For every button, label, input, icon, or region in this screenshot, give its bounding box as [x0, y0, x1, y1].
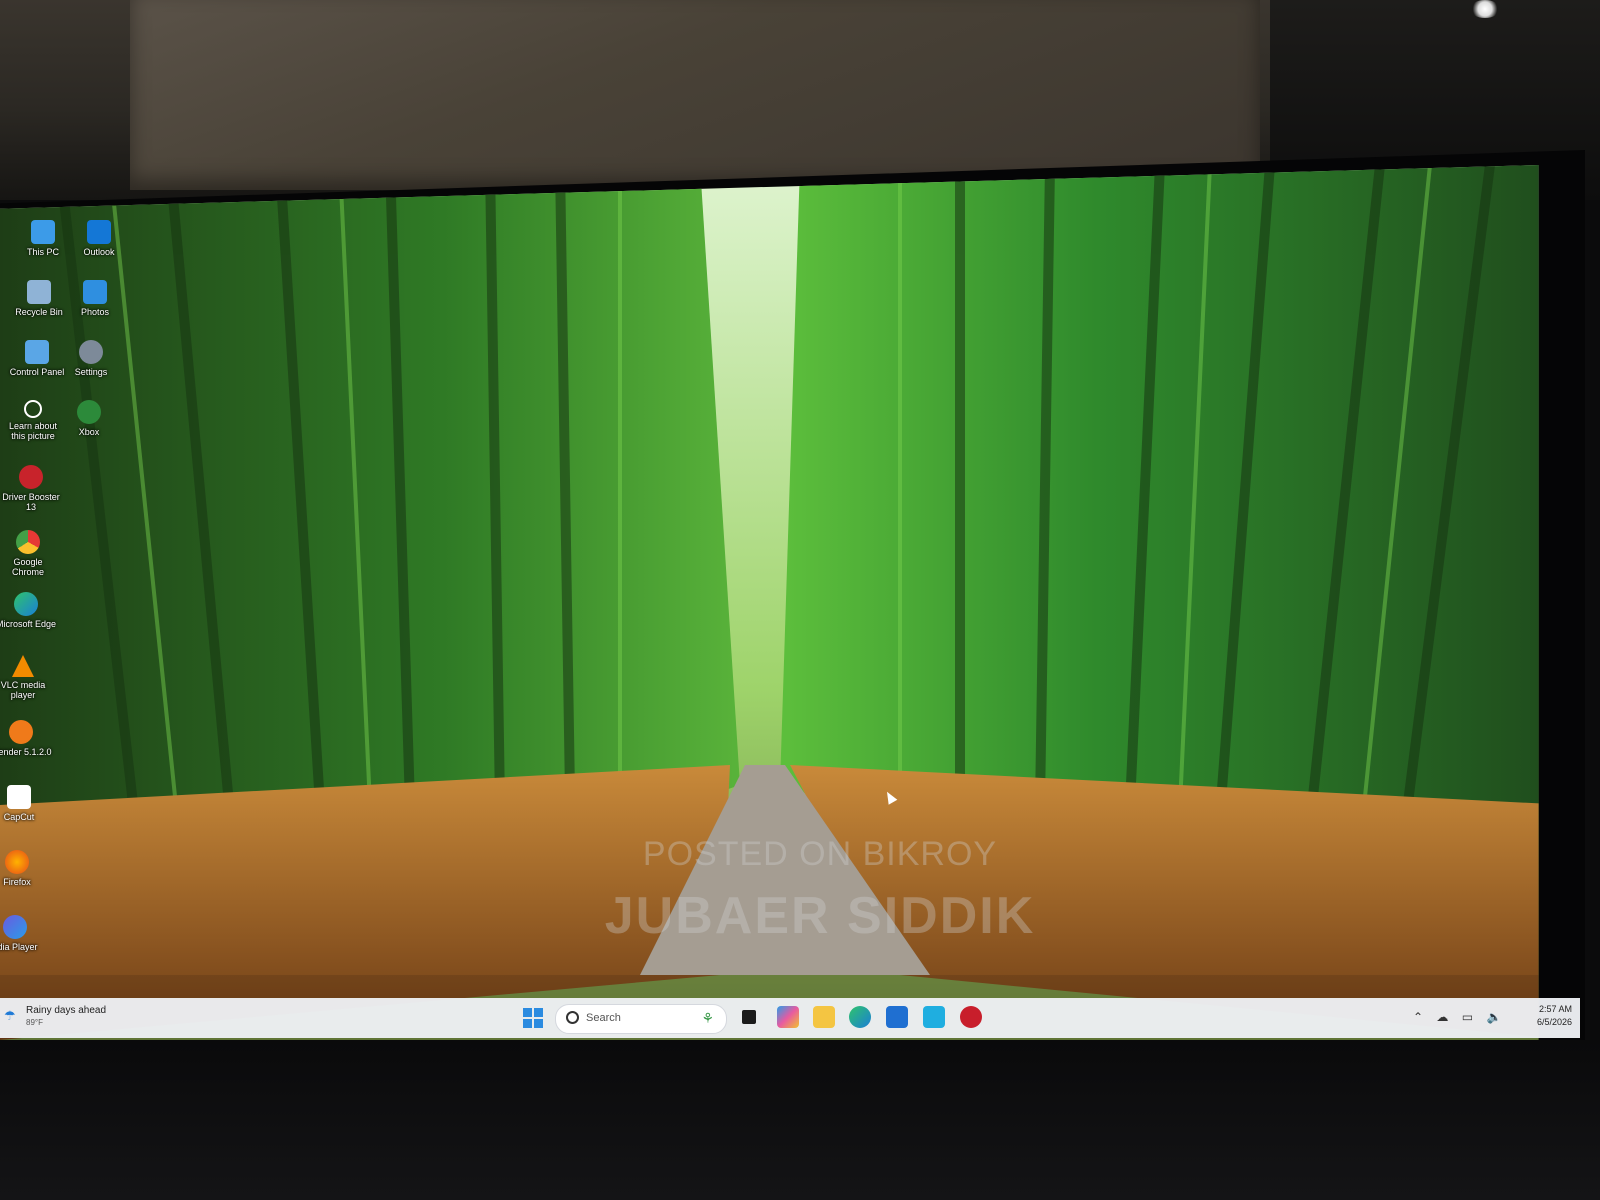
firefox-icon [5, 850, 29, 874]
driver-booster-icon [19, 465, 43, 489]
ceiling-light [1470, 0, 1500, 18]
outlook-icon [87, 220, 111, 244]
task-view-icon[interactable] [742, 1010, 756, 1024]
weather-text: Rainy days ahead [26, 1005, 107, 1016]
media-player-icon [3, 915, 27, 939]
taskbar-clock[interactable]: 2:57 AM 6/5/2026 [1512, 1003, 1572, 1029]
desktop-screen: This PC Outlook Recycle Bin Photos Contr… [0, 165, 1539, 1040]
desktop-icon-label: Outlook [83, 247, 115, 257]
desktop-icon-driver-booster[interactable]: Driver Booster 13 [0, 465, 62, 512]
capcut-icon [7, 785, 31, 809]
windows-logo-pane [523, 1019, 532, 1028]
desktop-icon-photos[interactable]: Photos [64, 280, 126, 317]
news-icon[interactable] [777, 1006, 799, 1028]
desktop-icon-label: Driver Booster 13 [2, 492, 60, 512]
outlook-taskbar-icon[interactable] [923, 1006, 945, 1028]
bamboo-forest-wallpaper [0, 165, 1539, 1040]
control-panel-icon [25, 340, 49, 364]
xbox-icon [77, 400, 101, 424]
desktop-icon-this-pc[interactable]: This PC [12, 220, 74, 257]
vlc-icon [12, 655, 34, 677]
desktop-icon-learn-about-this-picture[interactable]: Learn about this picture [2, 400, 64, 441]
desktop-icon-label: Photos [80, 307, 110, 317]
desktop-icon-label: Recycle Bin [15, 307, 63, 317]
chrome-icon [16, 530, 40, 554]
windows-logo-pane [534, 1008, 543, 1017]
desktop-icon-label: edia Player [0, 942, 38, 952]
desktop-icon-microsoft-edge[interactable]: Microsoft Edge [0, 592, 57, 629]
desktop-icon-control-panel[interactable]: Control Panel [6, 340, 68, 377]
weather-temp: 89°F [26, 1018, 43, 1027]
microsoft-store-icon[interactable] [886, 1006, 908, 1028]
file-explorer-icon[interactable] [813, 1006, 835, 1028]
weather-widget[interactable]: ☂ Rainy days ahead 89°F [4, 1004, 144, 1032]
record-icon[interactable] [960, 1006, 982, 1028]
desktop-icon-google-chrome[interactable]: Google Chrome [0, 530, 59, 577]
desktop-icon-label: Learn about this picture [8, 421, 58, 441]
recycle-bin-icon [27, 280, 51, 304]
system-tray: ⌃ ☁ ▭ 🔈 [1413, 1010, 1511, 1026]
marble-wall-panel [130, 0, 1260, 190]
photos-icon [83, 280, 107, 304]
desk-surface [0, 1040, 1600, 1200]
edge-icon [14, 592, 38, 616]
desktop-icon-blender[interactable]: Blender 5.1.2.0 [0, 720, 52, 757]
desktop-icon-label: This PC [26, 247, 59, 257]
desktop-icon-label: Microsoft Edge [0, 619, 57, 629]
desktop-icon-xbox[interactable]: Xbox [58, 400, 120, 437]
desktop-icon-label: Blender 5.1.2.0 [0, 747, 52, 757]
desktop-icon-outlook[interactable]: Outlook [68, 220, 130, 257]
this-pc-icon [31, 220, 55, 244]
search-highlight-icon: ⚘ [701, 1010, 714, 1026]
desktop-icon-firefox[interactable]: Firefox [0, 850, 48, 887]
taskbar-search[interactable]: Search ⚘ [555, 1004, 727, 1034]
camera-icon [24, 400, 42, 418]
rain-icon: ☂ [4, 1008, 16, 1023]
desktop-icon-label: VLC media player [0, 680, 46, 700]
edge-taskbar-icon[interactable] [849, 1006, 871, 1028]
desktop-icon-label: Google Chrome [11, 557, 44, 577]
clock-time: 2:57 AM [1538, 1004, 1572, 1014]
desktop-icon-label: Firefox [3, 877, 31, 887]
taskbar: ☂ Rainy days ahead 89°F Search ⚘ ⌃ ☁ ▭ 🔈… [0, 998, 1580, 1038]
blender-icon [9, 720, 33, 744]
network-icon[interactable]: ▭ [1462, 1010, 1473, 1024]
desktop-icon-label: Control Panel [9, 367, 65, 377]
windows-logo-icon [523, 1008, 532, 1017]
search-icon [566, 1011, 579, 1024]
desktop-icon-label: CapCut [3, 812, 35, 822]
volume-icon[interactable]: 🔈 [1486, 1010, 1501, 1024]
desktop-icon-capcut[interactable]: CapCut [0, 785, 50, 822]
desktop-icon-recycle-bin[interactable]: Recycle Bin [8, 280, 70, 317]
desktop-icon-label: Xbox [78, 427, 100, 437]
windows-logo-pane [534, 1019, 543, 1028]
desktop-icon-settings[interactable]: Settings [60, 340, 122, 377]
desktop-icon-label: Settings [74, 367, 108, 377]
onedrive-icon[interactable]: ☁ [1436, 1010, 1448, 1024]
search-placeholder: Search [586, 1012, 621, 1024]
settings-icon [79, 340, 103, 364]
desktop-icon-media-player[interactable]: edia Player [0, 915, 46, 952]
start-button[interactable] [523, 1008, 543, 1028]
desktop-icon-vlc[interactable]: VLC media player [0, 655, 54, 700]
desktop-icons: This PC Outlook Recycle Bin Photos Contr… [0, 220, 120, 1000]
clock-date: 6/5/2026 [1536, 1017, 1572, 1027]
chevron-up-icon[interactable]: ⌃ [1413, 1010, 1423, 1024]
